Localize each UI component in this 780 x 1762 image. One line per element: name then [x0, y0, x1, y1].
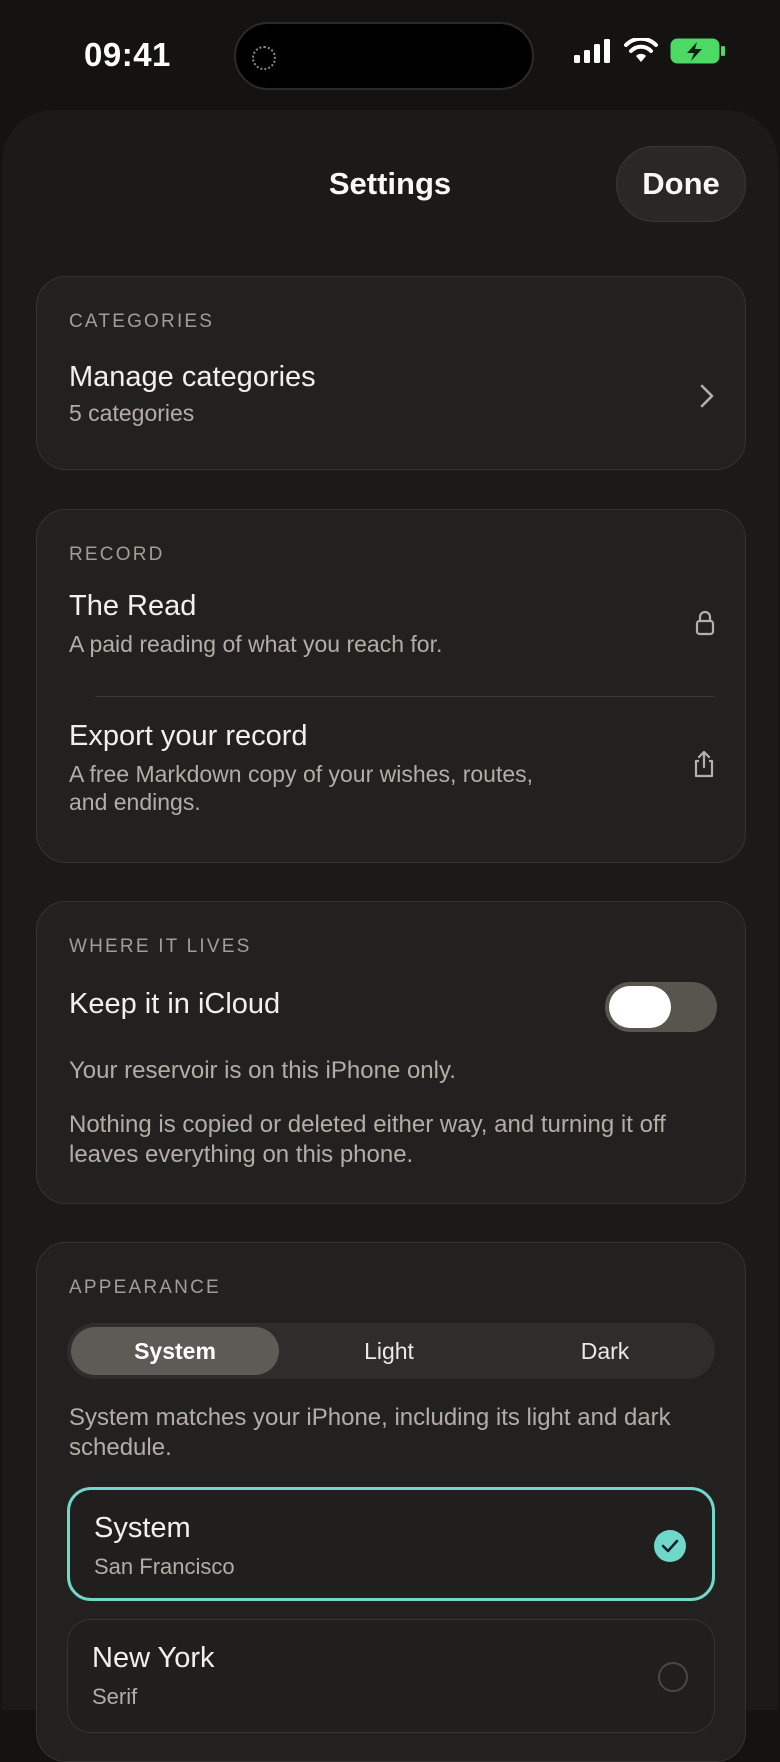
- font-option-title: System: [94, 1512, 191, 1544]
- section-label-categories: CATEGORIES: [69, 311, 215, 332]
- section-label-record: RECORD: [69, 544, 165, 565]
- wifi-icon: [624, 38, 658, 62]
- radio-unselected-icon: [658, 1662, 688, 1692]
- export-record-row[interactable]: Export your record A free Markdown copy …: [37, 720, 745, 840]
- mode-dark-segment[interactable]: Dark: [501, 1327, 709, 1375]
- chevron-right-icon: [700, 384, 714, 408]
- icloud-label: Keep it in iCloud: [69, 988, 281, 1020]
- font-option-system[interactable]: System San Francisco: [67, 1487, 715, 1601]
- appearance-mode-control: System Light Dark: [67, 1323, 715, 1379]
- mode-system-segment[interactable]: System: [71, 1327, 279, 1375]
- section-label-appearance: APPEARANCE: [69, 1277, 221, 1298]
- storage-status-text: Your reservoir is on this iPhone only.: [69, 1057, 456, 1084]
- share-icon: [694, 750, 714, 778]
- cellular-signal-icon: [574, 39, 610, 63]
- done-button[interactable]: Done: [616, 146, 746, 222]
- the-read-title: The Read: [69, 590, 197, 622]
- record-card: RECORD The Read A paid reading of what y…: [36, 509, 746, 863]
- font-option-new-york[interactable]: New York Serif: [67, 1619, 715, 1733]
- mode-light-segment[interactable]: Light: [285, 1327, 493, 1375]
- categories-card: CATEGORIES Manage categories 5 categorie…: [36, 276, 746, 470]
- settings-sheet: Settings Done CATEGORIES Manage categori…: [2, 110, 778, 1762]
- appearance-card: APPEARANCE System Light Dark System matc…: [36, 1242, 746, 1762]
- manage-categories-count: 5 categories: [69, 400, 195, 426]
- dynamic-island: [234, 22, 534, 90]
- status-icons: [574, 38, 726, 64]
- manage-categories-title: Manage categories: [69, 361, 316, 393]
- font-option-title: New York: [92, 1642, 215, 1674]
- where-it-lives-card: WHERE IT LIVES Keep it in iCloud Your re…: [36, 901, 746, 1204]
- section-label-where-it-lives: WHERE IT LIVES: [69, 936, 252, 957]
- lock-icon: [695, 610, 715, 636]
- battery-charging-icon: [670, 38, 725, 64]
- icloud-note-text: Nothing is copied or deleted either way,…: [69, 1111, 666, 1168]
- checkmark-icon: [654, 1530, 686, 1562]
- activity-indicator-icon: [252, 46, 276, 70]
- font-option-subtitle: San Francisco: [94, 1554, 235, 1579]
- record-divider: [95, 696, 715, 697]
- toggle-knob: [609, 986, 671, 1028]
- export-record-title: Export your record: [69, 720, 308, 752]
- export-record-subtitle: A free Markdown copy of your wishes, rou…: [69, 761, 534, 815]
- manage-categories-row[interactable]: Manage categories 5 categories: [37, 347, 745, 447]
- the-read-subtitle: A paid reading of what you reach for.: [69, 631, 443, 657]
- icloud-toggle[interactable]: [605, 982, 717, 1032]
- font-option-subtitle: Serif: [92, 1684, 138, 1709]
- mode-description: System matches your iPhone, including it…: [69, 1404, 671, 1461]
- the-read-row[interactable]: The Read A paid reading of what you reac…: [37, 590, 745, 680]
- status-time: 09:41: [84, 36, 171, 73]
- status-bar: 09:41: [0, 0, 780, 110]
